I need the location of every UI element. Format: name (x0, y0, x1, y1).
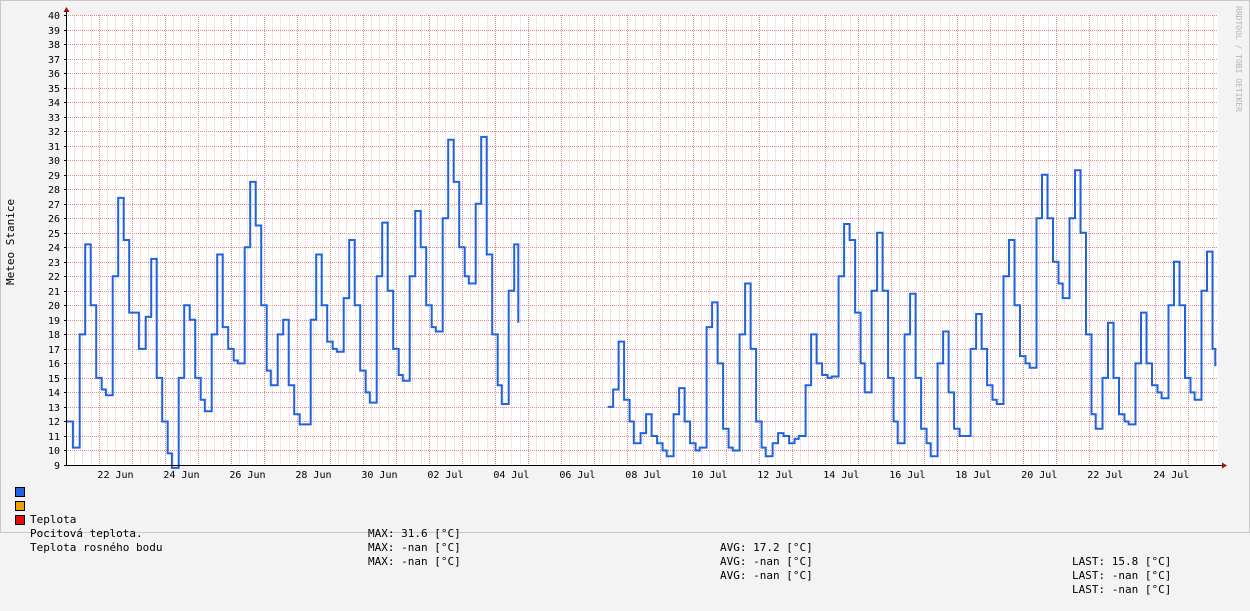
y-tick-label: 12 (48, 417, 60, 428)
legend-row-rosny-bod: Teplota rosného bodu MAX: -nan [°C] AVG:… (0, 513, 1250, 596)
legend-swatch-blue (15, 487, 25, 497)
y-tick-label: 10 (48, 446, 60, 457)
y-axis-label: Meteo Stanice (4, 199, 17, 285)
x-tick-label: 16 Jul (889, 470, 925, 481)
y-tick-label: 13 (48, 403, 60, 414)
y-tick-label: 11 (48, 432, 60, 443)
y-tick-label: 9 (54, 461, 60, 472)
legend-last: LAST: 15.8 [°C] (1072, 555, 1172, 568)
y-tick-label: 34 (48, 98, 60, 109)
y-tick-label: 26 (48, 214, 60, 225)
y-tick-label: 36 (48, 69, 60, 80)
y-tick-label: 40 (48, 11, 60, 22)
x-tick-label: 14 Jul (823, 470, 859, 481)
temperature-chart: 9 10 11 12 13 14 15 16 17 18 19 20 21 22 23 24 25 26 27 28 2… (4, 6, 1243, 481)
x-tick-label: 26 Jun (229, 470, 265, 481)
y-tick-label: 30 (48, 156, 60, 167)
x-tick-label: 02 Jul (427, 470, 463, 481)
y-axis-arrow (63, 7, 70, 12)
legend-name: Teplota rosného bodu (30, 541, 163, 554)
x-tick-label: 18 Jul (955, 470, 991, 481)
legend-row-pocitova: Pocitová teplota. MAX: -nan [°C] AVG: -n… (0, 499, 1250, 582)
y-tick-label: 14 (48, 388, 60, 399)
y-axis-ticks: 9 10 11 12 13 14 15 16 17 18 19 20 21 22 23 24 25 26 27 28 2… (48, 11, 66, 472)
y-tick-label: 17 (48, 345, 60, 356)
x-tick-label: 22 Jul (1087, 470, 1123, 481)
legend-avg: AVG: 17.2 [°C] (720, 541, 813, 554)
y-tick-label: 20 (48, 301, 60, 312)
y-tick-label: 24 (48, 243, 60, 254)
y-tick-label: 19 (48, 316, 60, 327)
y-tick-label: 37 (48, 55, 60, 66)
x-tick-label: 20 Jul (1021, 470, 1057, 481)
legend-name: Pocitová teplota. (30, 527, 143, 540)
legend-last: LAST: -nan [°C] (1072, 569, 1172, 582)
y-tick-label: 32 (48, 127, 60, 138)
legend-swatch-red (15, 515, 25, 525)
legend: Teplota MAX: 31.6 [°C] AVG: 17.2 [°C] LA… (0, 0, 1171, 596)
legend-row-teplota: Teplota MAX: 31.6 [°C] AVG: 17.2 [°C] LA… (0, 485, 1250, 568)
x-tick-label: 08 Jul (625, 470, 661, 481)
x-axis-arrow (1222, 462, 1227, 469)
legend-last: LAST: -nan [°C] (1072, 583, 1172, 596)
y-tick-label: 31 (48, 142, 60, 153)
y-tick-label: 22 (48, 272, 60, 283)
legend-max: MAX: 31.6 [°C] (368, 527, 461, 540)
x-tick-label: 28 Jun (295, 470, 331, 481)
plot-background (66, 15, 1218, 466)
x-tick-label: 22 Jun (97, 470, 133, 481)
legend-max: MAX: -nan [°C] (368, 541, 461, 554)
y-tick-label: 23 (48, 258, 60, 269)
y-tick-label: 25 (48, 229, 60, 240)
x-tick-label: 04 Jul (493, 470, 529, 481)
y-tick-label: 33 (48, 113, 60, 124)
y-tick-label: 35 (48, 84, 60, 95)
x-tick-label: 24 Jul (1153, 470, 1189, 481)
x-tick-label: 12 Jul (757, 470, 793, 481)
y-tick-label: 16 (48, 359, 60, 370)
y-tick-label: 39 (48, 26, 60, 37)
y-tick-label: 21 (48, 287, 60, 298)
x-tick-label: 24 Jun (163, 470, 199, 481)
legend-avg: AVG: -nan [°C] (720, 569, 813, 582)
watermark: RRDTOOL / TOBI OETIKER (1234, 6, 1243, 112)
legend-max: MAX: -nan [°C] (368, 555, 461, 568)
y-tick-label: 18 (48, 330, 60, 341)
y-tick-label: 27 (48, 200, 60, 211)
x-axis-ticks: 22 Jun 24 Jun 26 Jun 28 Jun 30 Jun 02 Jul 04 J… (97, 470, 1189, 481)
x-tick-label: 30 Jun (361, 470, 397, 481)
legend-avg: AVG: -nan [°C] (720, 555, 813, 568)
x-tick-label: 06 Jul (559, 470, 595, 481)
y-tick-label: 28 (48, 185, 60, 196)
y-tick-label: 29 (48, 171, 60, 182)
y-tick-label: 15 (48, 374, 60, 385)
legend-swatch-orange (15, 501, 25, 511)
y-tick-label: 38 (48, 40, 60, 51)
x-tick-label: 10 Jul (691, 470, 727, 481)
